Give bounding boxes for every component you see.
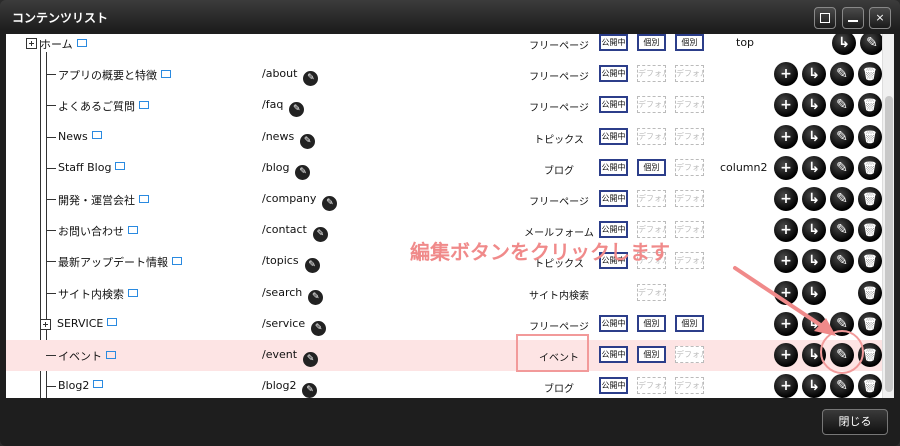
annotation-arrow xyxy=(733,266,836,336)
content-list-window: コンテンツリスト × ホーム フリーページ 公開中 個別 個別 top ↳ ✎ アプリの概要と特… xyxy=(0,0,900,446)
